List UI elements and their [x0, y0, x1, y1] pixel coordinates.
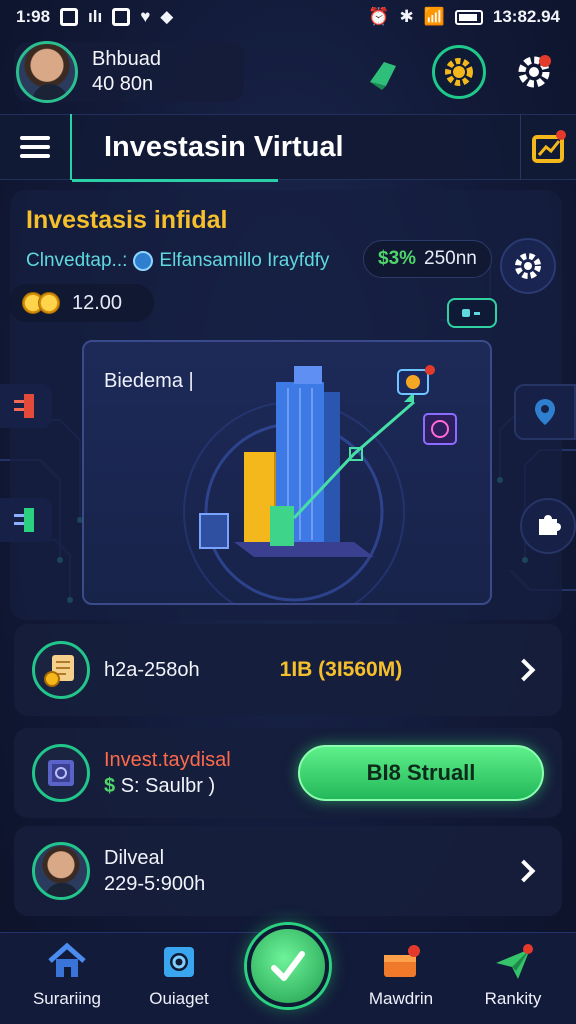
home-icon: [48, 942, 86, 977]
side-tool-left-1[interactable]: [0, 384, 52, 428]
nav-item-budget[interactable]: Ouiaget: [124, 941, 234, 1021]
notification-icon: [60, 8, 79, 26]
status-bar: 1:98 ılı ♥ ◆ ⏰ ✱ 📶 13:82.94: [0, 0, 576, 34]
safe-box-icon: [48, 760, 74, 786]
person-avatar-icon: [32, 842, 90, 900]
nav-item-rewards[interactable]: Mawdrin: [346, 941, 456, 1021]
center-action-button[interactable]: [247, 925, 329, 1007]
investment-illustration: Biedema |: [82, 340, 492, 605]
info-icon: [133, 251, 154, 271]
row3-line2: 229-5:900h: [104, 873, 206, 895]
investment-hero-card: Investasis infidal Clnvedtap..: Elfansam…: [8, 190, 562, 620]
page-title: Investasin Virtual: [72, 131, 344, 182]
illustration-label: Biedema |: [104, 370, 194, 392]
link-icon: [462, 309, 480, 317]
puzzle-icon: [539, 515, 561, 535]
location-pin-icon: [535, 399, 555, 425]
chart-box-icon: [531, 130, 566, 163]
chevron-right-icon: [512, 658, 536, 682]
side-tool-right-2[interactable]: [520, 498, 576, 554]
chip-button[interactable]: [447, 298, 497, 328]
document-coin-icon: [44, 655, 74, 687]
menu-button[interactable]: [0, 114, 72, 180]
row3-line1: Dilveal: [104, 847, 165, 869]
gear-icon[interactable]: [510, 48, 558, 96]
settings-badge-icon[interactable]: [432, 45, 486, 99]
gear-icon: [515, 253, 541, 279]
coin-balance: 12.00: [72, 291, 123, 314]
coin-balance-pill[interactable]: 12.00: [8, 284, 154, 322]
profile-amount: 40 80n: [92, 73, 154, 95]
analytics-button[interactable]: [520, 114, 576, 180]
shield-icon: ♥: [140, 7, 151, 26]
status-time-left: 1:98: [16, 7, 51, 26]
diamond-icon: ◆: [160, 7, 174, 26]
alarm-icon: ⏰: [368, 7, 390, 26]
title-bar: Investasin Virtual: [0, 114, 576, 182]
signal-alt-icon: ılı: [88, 7, 103, 26]
calculator-icon: [164, 947, 194, 977]
wifi-icon: 📶: [423, 7, 445, 26]
row2-subtitle: $ S: Saulbr ): [104, 775, 216, 797]
plane-rank-icon: [496, 944, 533, 979]
list-item-invest: Invest.taydisal $ S: Saulbr ) BI8 Strual…: [14, 728, 562, 818]
row1-label: h2a-258oh: [104, 658, 200, 681]
row2-title: Invest.taydisal: [104, 749, 231, 771]
chevron-right-icon: [512, 859, 536, 883]
nav-item-home[interactable]: Surariing: [12, 941, 122, 1021]
hamburger-icon: [20, 136, 50, 158]
profile-name: Bhbuad: [92, 48, 161, 70]
row1-icon-wrap: [32, 641, 90, 699]
gift-icon: [384, 945, 420, 977]
list-item-earnings[interactable]: h2a-258oh 1IB (3I560M): [14, 624, 562, 716]
app-header: Bhbuad 40 80n: [14, 38, 562, 106]
server-icon: [14, 394, 34, 418]
hero-settings-button[interactable]: [500, 238, 556, 294]
wallet-icon[interactable]: [360, 48, 408, 96]
nav-item-ranking[interactable]: Rankity: [458, 941, 568, 1021]
side-tool-right-1[interactable]: [514, 384, 576, 440]
return-percent-pill: $3% 250nn: [363, 240, 492, 278]
side-tool-left-2[interactable]: [0, 498, 52, 542]
notification-icon: [112, 8, 131, 26]
list-item-profile[interactable]: Dilveal 229-5:900h: [14, 826, 562, 916]
status-time-right: 13:82.94: [492, 7, 560, 26]
server-icon: [14, 508, 34, 532]
row2-icon-wrap: [32, 744, 90, 802]
avatar[interactable]: [16, 41, 78, 103]
bluetooth-icon: ✱: [399, 7, 414, 26]
row1-value: 1IB (3I560M): [279, 658, 403, 681]
checkmark-icon: [271, 951, 305, 981]
profile-card[interactable]: Bhbuad 40 80n: [14, 41, 244, 103]
battery-icon: [454, 9, 483, 25]
start-invest-button[interactable]: BI8 Struall: [298, 745, 544, 801]
coins-icon: [22, 292, 60, 314]
hero-subtitle: Clnvedtap..: Elfansamillo Irayfdfy: [26, 250, 330, 271]
hero-title: Investasis infidal: [26, 206, 228, 234]
